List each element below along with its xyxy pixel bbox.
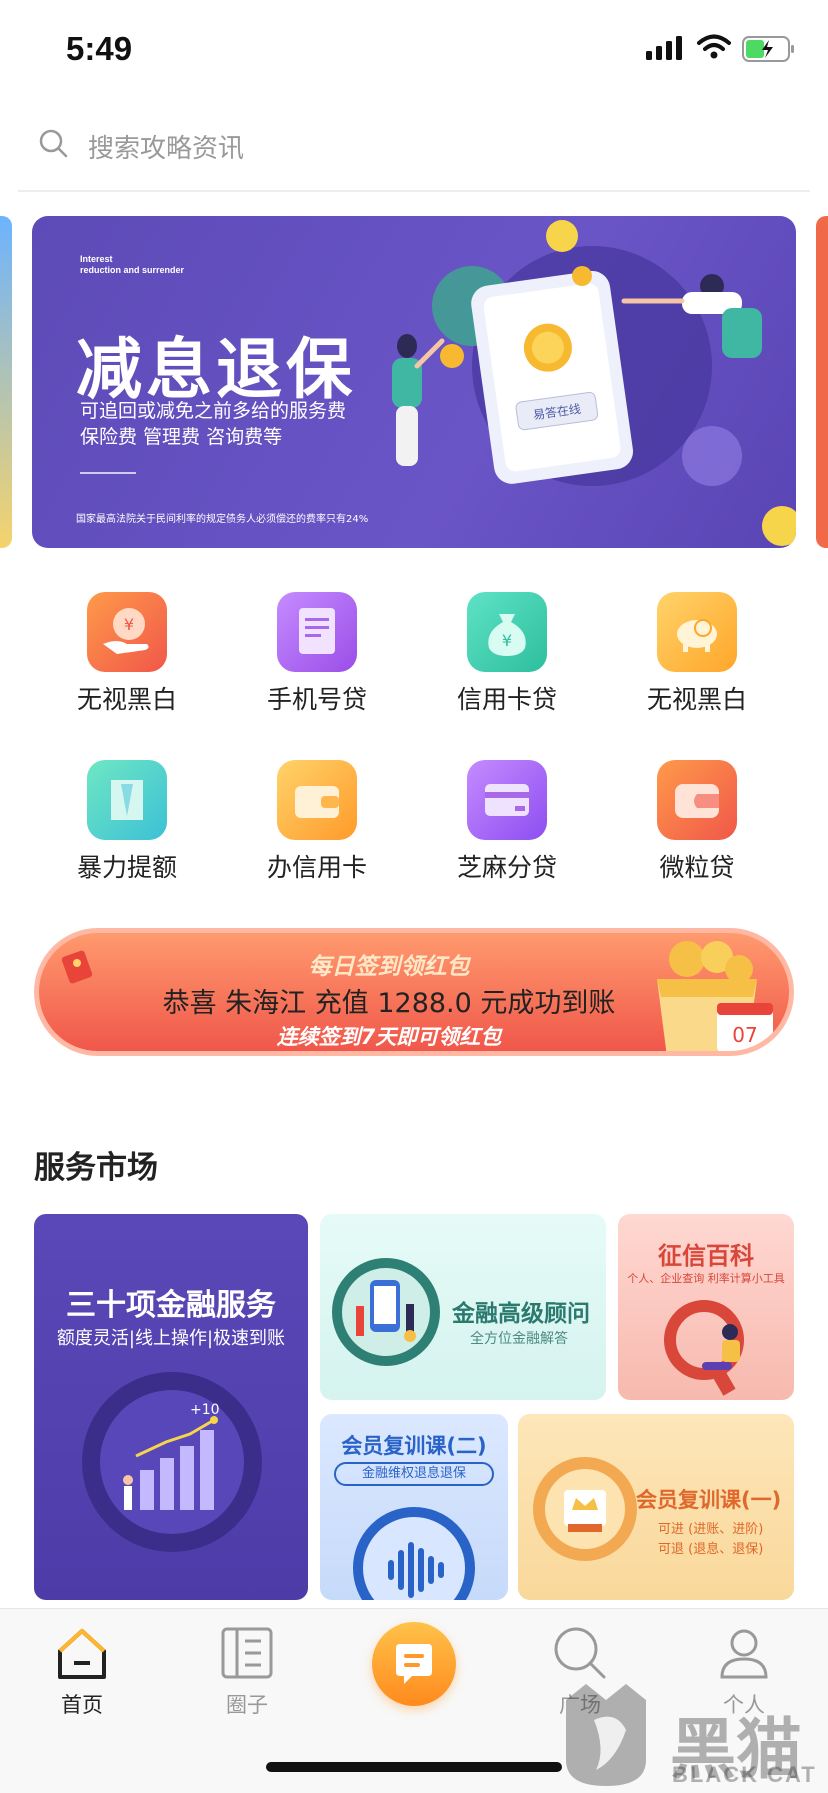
status-bar: 5:49: [0, 0, 828, 100]
grid-item-label: 微粒贷: [659, 853, 735, 882]
grid-item-4[interactable]: 无视黑白: [602, 584, 792, 724]
card-finance-services[interactable]: 三十项金融服务 额度灵活|线上操作|极速到账 +10: [34, 1214, 308, 1600]
banner-en-text: Interest reduction and surrender: [80, 254, 185, 275]
ticket-icon: [87, 760, 167, 840]
wallet-icon: [277, 760, 357, 840]
card-title: 会员复训课(二): [341, 1434, 487, 1458]
advisor-illustration: [332, 1258, 440, 1366]
search-icon: [39, 129, 68, 158]
card-title: 三十项金融服务: [66, 1288, 276, 1323]
tab-home-label: 首页: [61, 1693, 103, 1717]
search-bar[interactable]: 搜索攻略资讯: [18, 110, 810, 192]
grid-item-label: 手机号贷: [266, 685, 367, 714]
home-indicator: [266, 1762, 562, 1772]
card-subtitle: 金融维权退息退保: [334, 1462, 494, 1486]
card-subtitle: 个人、企业查询 利率计算小工具: [627, 1272, 785, 1285]
tab-circle[interactable]: 圈子: [177, 1609, 317, 1729]
receipt-icon: [277, 592, 357, 672]
grid-item-1[interactable]: ¥ 无视黑白: [32, 584, 222, 724]
center-message-button[interactable]: [372, 1622, 456, 1706]
card-finance-advisor[interactable]: 金融高级顾问 全方位金融解答: [320, 1214, 606, 1400]
calendar-day: 07: [732, 1023, 757, 1047]
card-line-1: 可进 (进账、进阶): [658, 1522, 764, 1537]
audio-wave-icon: [353, 1507, 475, 1600]
notebook-icon: [221, 1627, 273, 1679]
svg-text:¥: ¥: [502, 631, 512, 650]
grid-item-3[interactable]: ¥ 信用卡贷: [412, 584, 602, 724]
person-icon: [720, 1629, 768, 1679]
grid-item-label: 信用卡贷: [456, 685, 557, 714]
card-title: 征信百科: [658, 1242, 754, 1270]
tab-home[interactable]: 首页: [12, 1609, 152, 1729]
grid-item-2[interactable]: 手机号贷: [222, 584, 412, 724]
magnifier-illustration: [664, 1300, 744, 1396]
tab-circle-label: 圈子: [226, 1693, 268, 1717]
section-title-service-market: 服务市场: [34, 1150, 158, 1186]
grid-item-label: 无视黑白: [76, 685, 177, 714]
home-icon: [58, 1629, 106, 1679]
banner-illustration: 易答在线: [392, 220, 796, 546]
purse-icon: [657, 760, 737, 840]
wifi-icon: [697, 34, 731, 59]
grid-item-5[interactable]: 暴力提额: [32, 752, 222, 892]
banner-footnote: 国家最高法院关于民间利率的规定债务人必须偿还的费率只有24%: [76, 514, 369, 525]
prev-banner-peek[interactable]: [0, 216, 12, 548]
growth-chart-icon: +10: [82, 1372, 262, 1552]
money-bag-icon: ¥: [467, 592, 547, 672]
search-placeholder: 搜索攻略资讯: [88, 134, 245, 164]
svg-text:¥: ¥: [124, 615, 134, 634]
grid-item-label: 芝麻分贷: [456, 853, 557, 882]
card-title: 会员复训课(一): [636, 1488, 782, 1512]
grid-item-6[interactable]: 办信用卡: [222, 752, 412, 892]
card-member-course-2[interactable]: 会员复训课(二) 金融维权退息退保: [320, 1414, 508, 1600]
banner-divider: [80, 472, 136, 474]
chart-plus-label: +10: [190, 1402, 220, 1418]
banner-subtitle-2: 保险费 管理费 咨询费等: [80, 426, 283, 448]
card-subtitle: 全方位金融解答: [470, 1331, 568, 1347]
status-time: 5:49: [66, 30, 133, 67]
daily-signin-banner[interactable]: 每日签到领红包 恭喜 朱海江 充值 1288.0 元成功到账 连续签到7天即可领…: [34, 928, 794, 1056]
gift-box-icon: 07: [657, 941, 773, 1051]
grid-item-label: 办信用卡: [266, 853, 367, 882]
banner-subtitle: 可追回或减免之前多给的服务费: [80, 400, 347, 422]
cellular-signal-icon: [646, 36, 682, 60]
search-plaza-icon: [554, 1627, 606, 1679]
grid-item-label: 暴力提额: [76, 853, 177, 882]
piggy-bank-icon: [657, 592, 737, 672]
grid-item-7[interactable]: 芝麻分贷: [412, 752, 602, 892]
card-credit-encyclopedia[interactable]: 征信百科 个人、企业查询 利率计算小工具: [618, 1214, 794, 1400]
card-member-course-1[interactable]: 会员复训课(一) 可进 (进账、进阶) 可退 (退息、退保): [518, 1414, 794, 1600]
black-cat-logo: [566, 1684, 646, 1786]
chat-icon: [396, 1644, 432, 1684]
grid-item-8[interactable]: 微粒贷: [602, 752, 792, 892]
crown-badge-icon: [533, 1457, 637, 1561]
card-subtitle: 额度灵活|线上操作|极速到账: [56, 1328, 286, 1349]
yuan-hand-icon: ¥: [87, 592, 167, 672]
battery-charging-icon: [742, 36, 794, 62]
card-icon: [467, 760, 547, 840]
next-banner-peek[interactable]: [816, 216, 828, 548]
watermark-subtext: BLACK CAT: [672, 1762, 817, 1787]
card-title: 金融高级顾问: [452, 1301, 590, 1327]
card-line-2: 可退 (退息、退保): [658, 1542, 764, 1557]
grid-item-label: 无视黑白: [646, 685, 747, 714]
promo-banner[interactable]: Interest reduction and surrender 减息退保 可追…: [32, 216, 796, 548]
